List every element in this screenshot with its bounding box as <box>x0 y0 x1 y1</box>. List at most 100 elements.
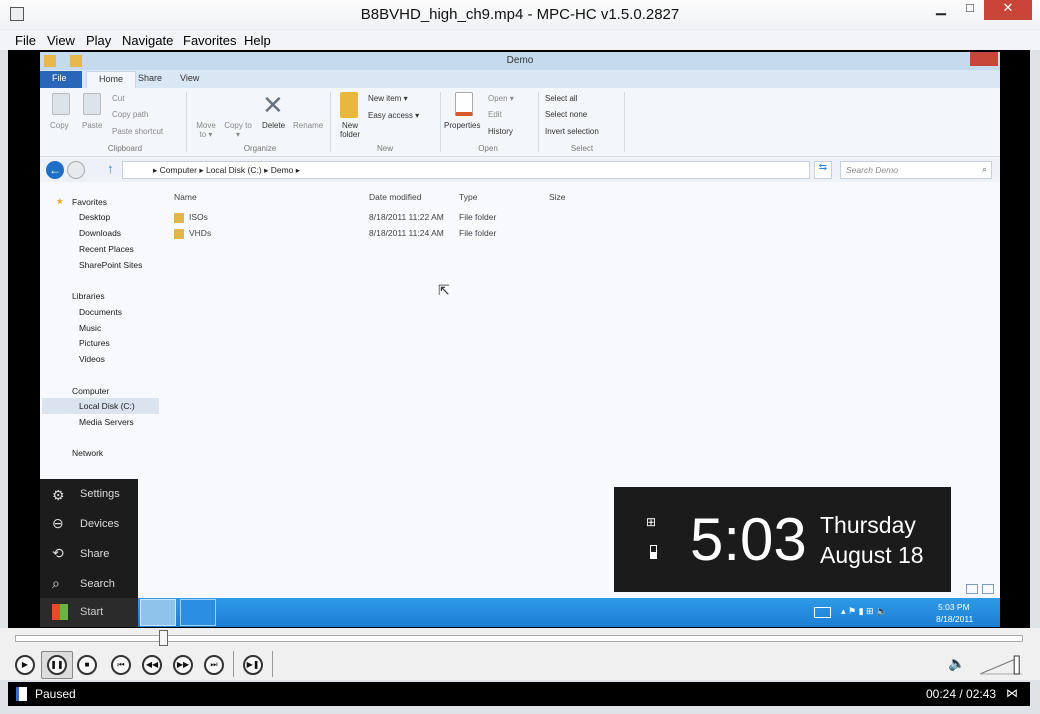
nav-desktop[interactable]: Desktop <box>79 212 110 222</box>
large-icons-view-button[interactable] <box>982 584 994 594</box>
nav-local-disk[interactable]: Local Disk (C:) <box>79 401 135 411</box>
paste-shortcut-button[interactable]: Paste shortcut <box>112 127 163 136</box>
cut-button[interactable]: Cut <box>112 94 124 103</box>
move-to-button[interactable]: Move to ▾ <box>192 121 220 139</box>
details-view-button[interactable] <box>966 584 978 594</box>
tray-time[interactable]: 5:03 PM <box>938 602 970 612</box>
column-size[interactable]: Size <box>549 192 566 202</box>
taskbar-explorer-icon[interactable] <box>140 599 176 626</box>
search-placeholder: Search Demo <box>846 165 898 175</box>
maximize-button[interactable]: □ <box>955 0 985 20</box>
rewind-button[interactable]: ◀◀ <box>142 655 162 675</box>
nav-videos[interactable]: Videos <box>79 354 105 364</box>
tab-view[interactable]: View <box>168 71 211 88</box>
up-button[interactable]: ↑ <box>107 161 114 176</box>
copy-path-button[interactable]: Copy path <box>112 110 148 119</box>
menu-play[interactable]: Play <box>86 33 111 48</box>
previous-button[interactable]: ⏮ <box>111 655 131 675</box>
properties-button[interactable]: Properties <box>444 121 480 130</box>
column-date[interactable]: Date modified <box>369 192 421 202</box>
search-input[interactable]: Search Demo ⌕ <box>840 161 992 179</box>
explorer-title: Demo <box>506 55 534 66</box>
tray-date[interactable]: 8/18/2011 <box>936 614 973 624</box>
copy-to-button[interactable]: Copy to ▾ <box>224 121 252 139</box>
charm-share[interactable]: Share <box>80 548 109 560</box>
forward-button[interactable] <box>67 161 85 179</box>
network-icon: ⊞ <box>646 515 657 529</box>
nav-libraries[interactable]: Libraries <box>72 291 105 301</box>
nav-media-servers[interactable]: Media Servers <box>79 417 134 427</box>
tab-share[interactable]: Share <box>126 71 174 88</box>
column-type[interactable]: Type <box>459 192 477 202</box>
file-date: 8/18/2011 11:24 AM <box>369 228 444 238</box>
seek-thumb[interactable] <box>159 630 169 646</box>
menu-view[interactable]: View <box>47 33 75 48</box>
select-all-button[interactable]: Select all <box>545 94 577 103</box>
nav-network[interactable]: Network <box>72 448 103 458</box>
edit-button[interactable]: Edit <box>488 110 502 119</box>
select-none-button[interactable]: Select none <box>545 110 587 119</box>
nav-downloads[interactable]: Downloads <box>79 228 121 238</box>
delete-button[interactable]: Delete <box>262 121 285 130</box>
explorer-close-button[interactable] <box>970 52 998 66</box>
tray-icons[interactable]: ▴ ⚑ ▮ ⊞ 🔈 <box>841 606 887 617</box>
settings-icon: ⚙ <box>52 487 65 503</box>
menu-help[interactable]: Help <box>244 33 271 48</box>
nav-music[interactable]: Music <box>79 323 101 333</box>
nav-pictures[interactable]: Pictures <box>79 338 110 348</box>
breadcrumb-computer[interactable]: Computer <box>160 165 197 175</box>
speaker-icon[interactable]: 🔈 <box>948 655 965 672</box>
title-bar: B8BVHD_high_ch9.mp4 - MPC-HC v1.5.0.2827… <box>0 0 1040 31</box>
frame-step-button[interactable]: ▶❚ <box>243 655 263 675</box>
file-date: 8/18/2011 11:22 AM <box>369 212 444 222</box>
nav-sharepoint[interactable]: SharePoint Sites <box>79 260 142 270</box>
play-button[interactable]: ▶ <box>15 655 35 675</box>
nav-favorites[interactable]: Favorites <box>72 197 107 207</box>
charms-bar: ⚙ Settings ⊖ Devices ⟲ Share ⌕ Search <box>40 479 138 598</box>
close-button[interactable]: ✕ <box>984 0 1032 20</box>
folder-icon <box>174 229 184 239</box>
next-button[interactable]: ⏭ <box>204 655 224 675</box>
breadcrumb-local-disk[interactable]: Local Disk (C:) <box>206 165 262 175</box>
breadcrumb-demo[interactable]: Demo <box>271 165 294 175</box>
menu-navigate[interactable]: Navigate <box>122 33 173 48</box>
seek-bar[interactable] <box>0 628 1040 648</box>
volume-thumb <box>1013 655 1020 675</box>
group-organize-label: Organize <box>243 144 277 153</box>
menu-file[interactable]: File <box>15 33 36 48</box>
file-row[interactable]: VHDs 8/18/2011 11:24 AM File folder <box>174 228 604 242</box>
refresh-button[interactable]: ⇆ <box>814 161 832 179</box>
rename-button[interactable]: Rename <box>293 121 323 130</box>
fast-forward-button[interactable]: ▶▶ <box>173 655 193 675</box>
start-button[interactable]: Start <box>40 598 138 627</box>
file-type: File folder <box>459 212 497 222</box>
back-button[interactable]: ← <box>46 161 64 179</box>
menu-favorites[interactable]: Favorites <box>183 33 236 48</box>
column-name[interactable]: Name <box>174 192 197 202</box>
charm-devices[interactable]: Devices <box>80 518 119 530</box>
volume-slider[interactable] <box>978 654 1028 676</box>
nav-documents[interactable]: Documents <box>79 307 122 317</box>
address-bar[interactable]: ▸ Computer ▸ Local Disk (C:) ▸ Demo ▸ <box>122 161 810 179</box>
taskbar-remote-icon[interactable] <box>180 599 216 626</box>
copy-button[interactable]: Copy <box>50 121 69 130</box>
nav-recent-places[interactable]: Recent Places <box>79 244 134 254</box>
history-button[interactable]: History <box>488 127 513 136</box>
paste-button[interactable]: Paste <box>82 121 102 130</box>
new-folder-button[interactable]: New folder <box>336 121 364 139</box>
tab-file[interactable]: File <box>40 71 82 88</box>
keyboard-icon[interactable] <box>814 607 831 618</box>
ribbon: Copy Paste Cut Copy path Paste shortcut … <box>40 88 1000 157</box>
open-button[interactable]: Open ▾ <box>488 94 514 103</box>
new-item-button[interactable]: New item ▾ <box>368 94 408 103</box>
invert-selection-button[interactable]: Invert selection <box>545 127 599 136</box>
pause-button[interactable]: ❚❚ <box>47 655 67 675</box>
charm-search[interactable]: Search <box>80 578 115 590</box>
charm-settings[interactable]: Settings <box>80 488 120 500</box>
stop-button[interactable]: ■ <box>77 655 97 675</box>
minimize-button[interactable]: ▁ <box>926 0 956 20</box>
file-row[interactable]: ISOs 8/18/2011 11:22 AM File folder <box>174 212 604 226</box>
easy-access-button[interactable]: Easy access ▾ <box>368 111 419 120</box>
group-open-label: Open <box>478 144 498 153</box>
nav-computer[interactable]: Computer <box>72 386 109 396</box>
